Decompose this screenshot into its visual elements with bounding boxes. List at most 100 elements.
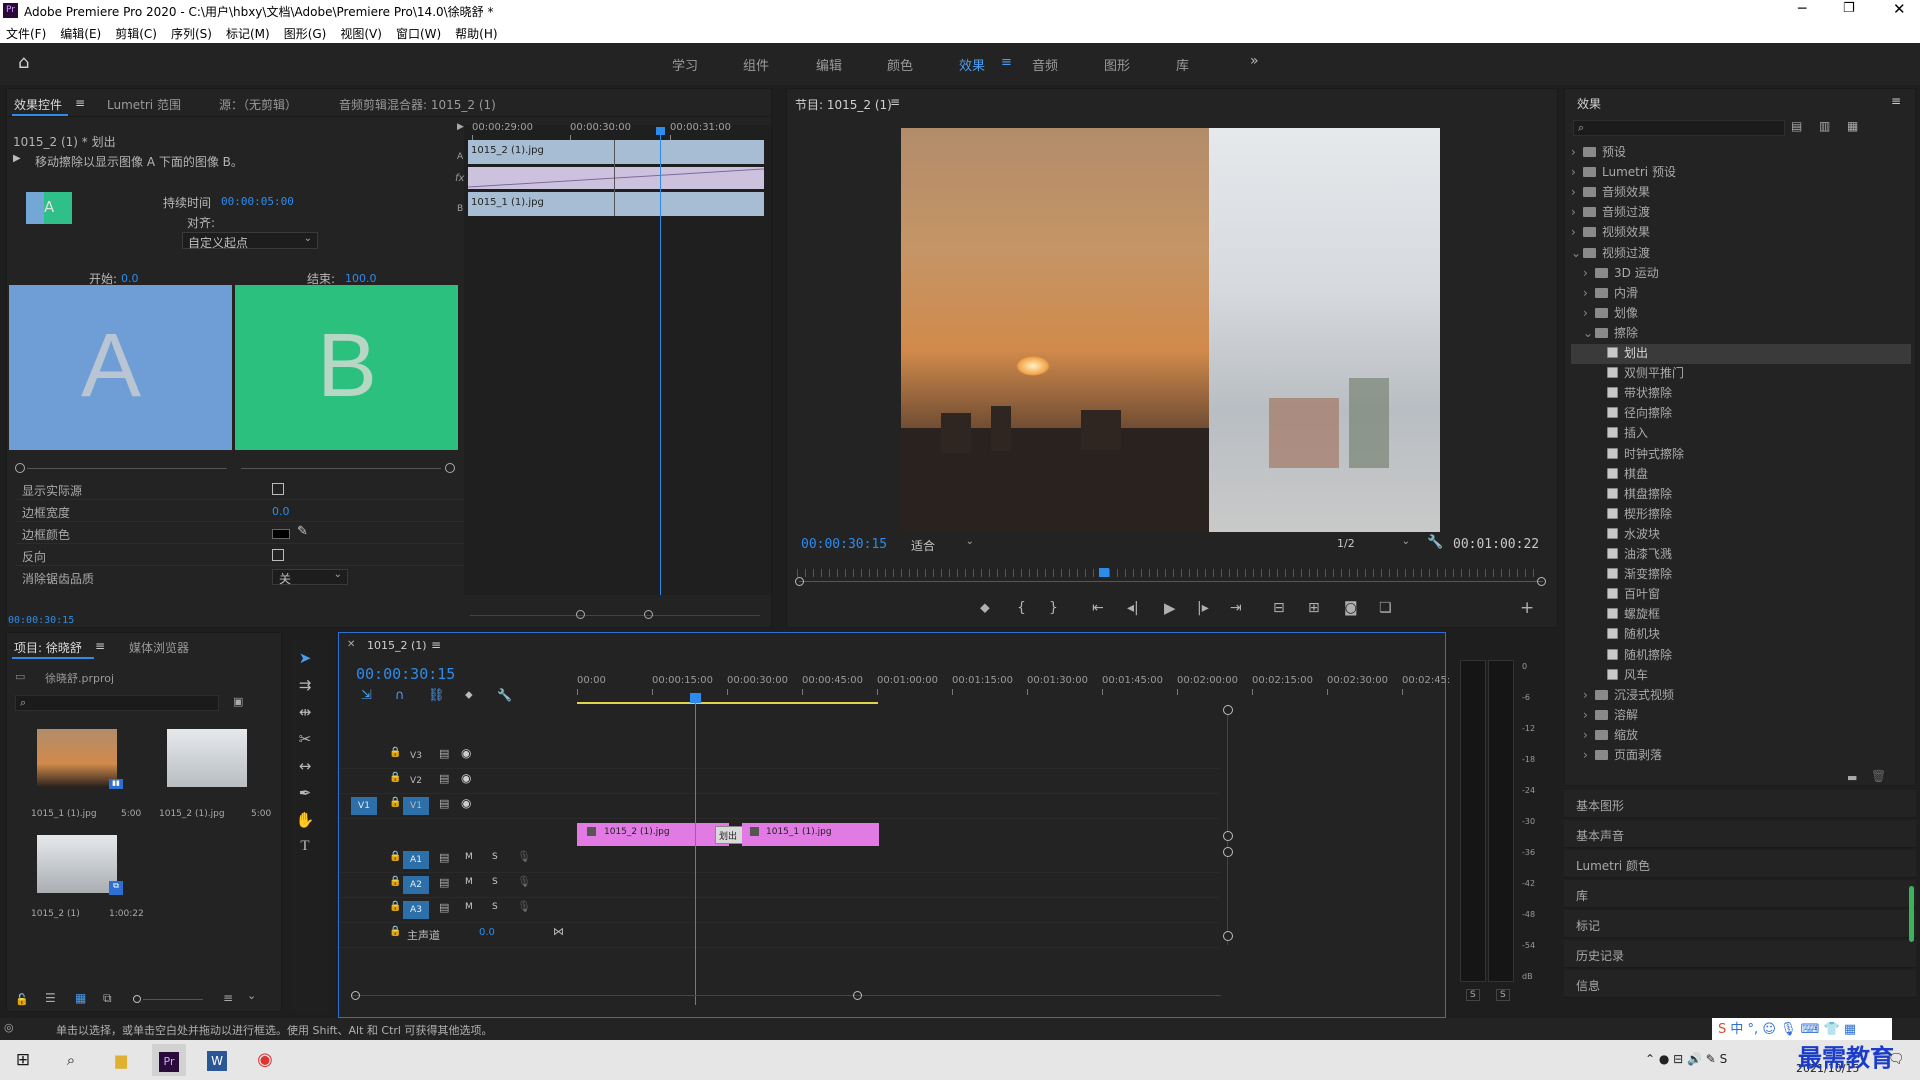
solo-left-button[interactable]: S <box>1466 989 1480 1001</box>
sync-lock-icon[interactable]: ▤ <box>439 851 449 864</box>
chevron-down-icon[interactable]: ⌄ <box>247 989 256 1002</box>
border-width-value[interactable]: 0.0 <box>272 505 290 518</box>
collapsed-panel-header[interactable]: Lumetri 颜色 <box>1564 850 1916 878</box>
effect-item[interactable]: 插入 <box>1571 424 1911 444</box>
workspace-tab[interactable]: 库 <box>1176 55 1189 74</box>
linked-selection-icon[interactable]: ⛓ <box>428 688 445 703</box>
workspace-tab[interactable]: 图形 <box>1104 55 1130 74</box>
timeline-timecode[interactable]: 00:00:30:15 <box>356 665 455 683</box>
lock-icon[interactable]: 🔒 <box>389 901 401 912</box>
program-monitor-title[interactable]: 节目: 1015_2 (1) <box>795 96 892 113</box>
timeline-playhead[interactable] <box>695 695 696 1005</box>
panel-menu-icon[interactable]: ≡ <box>890 95 900 109</box>
tab-effect-controls[interactable]: 效果控件 <box>14 96 62 113</box>
track-label[interactable]: A3 <box>403 901 429 919</box>
program-scrubber[interactable] <box>795 567 1557 589</box>
show-actual-source-checkbox[interactable] <box>272 483 284 495</box>
workspace-tab[interactable]: 效果 <box>959 55 985 74</box>
effect-item[interactable]: 双侧平推门 <box>1571 364 1911 384</box>
menu-item[interactable]: 视图(V) <box>340 27 382 41</box>
scroll-indicator[interactable] <box>1909 886 1914 942</box>
audio-track[interactable]: 🔒 A2 ▤ M S 🎙 <box>339 872 1219 898</box>
effect-item[interactable]: 螺旋框 <box>1571 605 1911 625</box>
chrome-icon[interactable]: ◉ <box>248 1044 282 1076</box>
video-track[interactable]: V1 🔒 V1 ▤ ◉ <box>339 793 1219 819</box>
menu-item[interactable]: 帮助(H) <box>455 27 497 41</box>
project-search-input[interactable]: ⌕ <box>15 695 219 711</box>
video-track[interactable]: 🔒 V2 ▤ ◉ <box>339 768 1219 794</box>
sync-lock-icon[interactable]: ▤ <box>439 797 449 810</box>
effects-search-input[interactable]: ⌕ <box>1573 120 1785 136</box>
yuv-effects-icon[interactable]: ▦ <box>1847 119 1858 133</box>
eye-icon[interactable]: ◉ <box>461 796 471 810</box>
close-button[interactable]: ✕ <box>1893 0 1906 18</box>
project-item[interactable]: 1015_2 (1).jpg 5:00 <box>145 727 273 831</box>
notification-icon[interactable]: 🗨 <box>1888 1052 1905 1067</box>
minimize-button[interactable]: ─ <box>1798 1 1806 17</box>
workspace-tab[interactable]: 编辑 <box>816 55 842 74</box>
icon-view-icon[interactable]: ▦ <box>75 991 86 1005</box>
tab-project[interactable]: 项目: 徐晓舒 <box>14 639 82 656</box>
effect-item[interactable]: 楔形擦除 <box>1571 505 1911 525</box>
list-view-icon[interactable]: ☰ <box>45 991 56 1005</box>
effect-folder[interactable]: › 预设 <box>1571 143 1911 163</box>
mini-clip-b[interactable]: 1015_1 (1).jpg <box>468 192 764 216</box>
lift-icon[interactable]: ⊟ <box>1273 600 1285 616</box>
effect-folder[interactable]: ⌄ 擦除 <box>1571 324 1911 344</box>
menu-item[interactable]: 编辑(E) <box>60 27 101 41</box>
voice-over-icon[interactable]: 🎙 <box>517 900 531 913</box>
step-back-icon[interactable]: ◂| <box>1127 600 1139 616</box>
sync-lock-icon[interactable]: ▤ <box>439 901 449 914</box>
go-to-in-icon[interactable]: ⇤ <box>1092 600 1104 616</box>
effect-controls-current-time[interactable]: 00:00:30:15 <box>8 615 74 626</box>
effect-item[interactable]: 百叶窗 <box>1571 585 1911 605</box>
master-volume[interactable]: 0.0 <box>479 927 495 938</box>
voice-over-icon[interactable]: 🎙 <box>517 875 531 888</box>
play-transition-icon[interactable]: ▶ <box>13 153 21 164</box>
voice-over-icon[interactable]: 🎙 <box>517 850 531 863</box>
premiere-taskbar-icon[interactable]: Pr <box>152 1044 186 1076</box>
effect-folder[interactable]: › 页面剥落 <box>1571 746 1911 766</box>
effect-folder[interactable]: › 内滑 <box>1571 284 1911 304</box>
effect-item[interactable]: 随机块 <box>1571 625 1911 645</box>
mark-out-icon[interactable]: } <box>1049 600 1058 616</box>
add-marker-icon[interactable]: ⬥ <box>980 600 990 616</box>
compare-icon[interactable]: ❏ <box>1379 600 1392 616</box>
menu-item[interactable]: 窗口(W) <box>396 27 441 41</box>
windows-start-icon[interactable]: ⊞ <box>6 1044 40 1076</box>
track-select-tool-icon[interactable]: ⇉ <box>292 676 318 698</box>
start-value[interactable]: 0.0 <box>121 272 139 285</box>
menu-item[interactable]: 序列(S) <box>171 27 212 41</box>
effect-folder[interactable]: › Lumetri 预设 <box>1571 163 1911 183</box>
menu-item[interactable]: 剪辑(C) <box>115 27 157 41</box>
collapsed-panel-header[interactable]: 标记 <box>1564 910 1916 938</box>
mute-button[interactable]: M <box>465 877 473 887</box>
lock-icon[interactable]: 🔒 <box>389 876 401 887</box>
collapsed-panel-header[interactable]: 库 <box>1564 880 1916 908</box>
sogou-ime-bar[interactable]: S 中 °, ☺ 🎙 ⌨ 👕 ▦ <box>1712 1018 1892 1040</box>
workspace-tab[interactable]: 组件 <box>743 55 769 74</box>
end-value[interactable]: 100.0 <box>345 272 377 285</box>
video-track[interactable]: 🔒 V3 ▤ ◉ <box>339 743 1219 769</box>
solo-button[interactable]: S <box>492 852 498 862</box>
effect-folder[interactable]: › 划像 <box>1571 304 1911 324</box>
track-label[interactable]: A1 <box>403 851 429 869</box>
program-timecode[interactable]: 00:00:30:15 <box>801 537 887 552</box>
effect-folder[interactable]: › 音频过渡 <box>1571 203 1911 223</box>
mark-in-icon[interactable]: { <box>1017 600 1026 616</box>
work-area-bar[interactable] <box>577 702 878 704</box>
anti-alias-dropdown[interactable]: 关 ⌄ <box>272 569 348 586</box>
mini-transition[interactable] <box>467 167 765 189</box>
mini-play-icon[interactable]: ▶ <box>457 122 464 132</box>
mute-button[interactable]: M <box>465 852 473 862</box>
effect-folder[interactable]: ⌄ 视频过渡 <box>1571 244 1911 264</box>
tab-menu-icon[interactable]: ≡ <box>75 96 85 110</box>
maximize-button[interactable]: ❐ <box>1843 1 1855 16</box>
tab-audio-clip-mixer[interactable]: 音频剪辑混合器: 1015_2 (1) <box>339 96 496 113</box>
effect-item[interactable]: 带状擦除 <box>1571 384 1911 404</box>
clip-1015-2[interactable]: 1015_2 (1).jpg <box>577 823 729 846</box>
workspace-tab[interactable]: 学习 <box>672 55 698 74</box>
eye-icon[interactable]: ◉ <box>461 746 471 760</box>
slip-tool-icon[interactable]: ↔ <box>292 757 318 779</box>
ripple-edit-tool-icon[interactable]: ⇹ <box>292 703 318 725</box>
